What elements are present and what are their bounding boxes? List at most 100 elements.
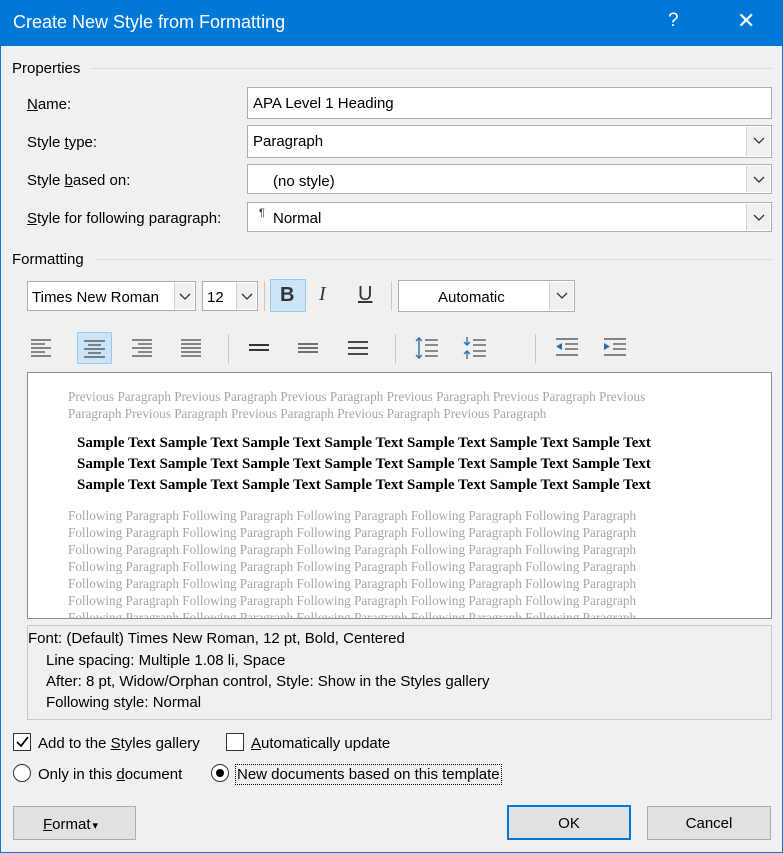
following-label: Style for following paragraph: [27,210,221,227]
following-value: Normal [273,210,322,227]
ok-button[interactable]: OK [507,805,631,840]
add-to-gallery-checkbox[interactable] [13,733,31,751]
only-this-document-radio[interactable] [13,764,31,782]
font-color-dropdown[interactable]: Automatic [398,280,575,312]
following-dropdown[interactable]: ¶ Normal [247,202,772,232]
style-type-label: Style type: [27,134,97,151]
align-right-button[interactable] [127,332,159,364]
increase-paragraph-spacing-button[interactable] [410,332,442,364]
properties-divider [90,68,772,69]
based-on-dropdown[interactable]: (no style) [247,164,772,194]
font-dropdown[interactable]: Times New Roman [27,281,196,311]
checkmark-icon [16,736,29,748]
add-to-gallery-label[interactable]: Add to the Styles gallery [38,735,200,752]
based-on-label: Style based on: [27,172,130,189]
auto-update-label-accel: A [251,735,262,752]
following-paragraph-line: Following Paragraph Following Paragraph … [68,610,637,619]
justify-icon [181,339,201,357]
cancel-button-label: Cancel [685,815,733,832]
description-line: Line spacing: Multiple 1.08 li, Space [46,652,286,669]
new-documents-label[interactable]: New documents based on this template [235,764,502,785]
decrease-indent-button[interactable] [550,332,582,364]
chevron-down-icon [753,176,765,183]
ok-button-label: OK [558,815,580,832]
formatting-divider [95,259,772,260]
formatting-group-label: Formatting [12,251,84,268]
name-input-value: APA Level 1 Heading [253,95,394,112]
sample-text: Sample Text Sample Text Sample Text Samp… [77,433,651,496]
dialog-title: Create New Style from Formatting [13,12,286,32]
sample-text-line: Sample Text Sample Text Sample Text Samp… [77,435,651,451]
decrease-paragraph-spacing-button[interactable] [458,332,490,364]
bold-button[interactable]: B [270,279,306,312]
single-spacing-button[interactable] [244,332,276,364]
font-color-dropdown-button[interactable] [549,282,573,310]
format-label-accel: F [43,816,53,833]
name-label-accel: N [27,96,38,113]
auto-update-checkbox[interactable] [226,733,244,751]
previous-paragraph-line: Paragraph Previous Paragraph Previous Pa… [68,406,547,421]
underline-icon: U [358,283,373,305]
format-button-label: Format ▾ [43,816,98,833]
underline-button[interactable]: U [348,279,382,312]
auto-update-label-text: utomatically update [261,735,391,752]
increase-indent-button[interactable] [598,332,630,364]
pilcrow-icon: ¶ [259,207,265,219]
font-dropdown-button[interactable] [174,283,194,309]
single-spacing-icon [249,344,269,351]
previous-paragraph-line: Previous Paragraph Previous Paragraph Pr… [68,389,646,404]
description-line: Following style: Normal [46,694,202,711]
align-center-button[interactable] [77,332,112,364]
based-on-dropdown-button[interactable] [746,166,770,192]
align-right-icon [132,339,152,357]
format-button[interactable]: Format ▾ [13,806,136,840]
following-paragraph-line: Following Paragraph Following Paragraph … [68,576,637,591]
toolbar-separator [395,334,396,364]
add-to-gallery-label-accel: S [110,735,121,752]
toolbar-separator [228,334,229,364]
chevron-down-icon [753,214,765,221]
font-value: Times New Roman [32,289,159,306]
close-button[interactable]: ✕ [737,8,755,34]
format-label-text: ormat [52,816,91,833]
double-spacing-button[interactable] [343,332,375,364]
style-type-dropdown-button[interactable] [746,127,770,156]
auto-update-label[interactable]: Automatically update [251,735,390,752]
following-label-accel: S [27,210,38,227]
name-input[interactable]: APA Level 1 Heading [247,87,772,119]
one-half-spacing-icon [298,343,318,353]
following-dropdown-button[interactable] [746,204,770,230]
only-doc-label-text: ocument [124,766,183,783]
help-button[interactable]: ? [668,10,679,32]
toolbar-separator [391,281,392,311]
based-on-value: (no style) [273,173,335,190]
font-color-value: Automatic [438,289,505,306]
description-line: After: 8 pt, Widow/Orphan control, Style… [46,673,490,690]
double-spacing-icon [348,341,368,355]
properties-group-label: Properties [12,60,81,77]
align-center-icon [84,340,105,358]
following-paragraph-line: Following Paragraph Following Paragraph … [68,508,637,523]
based-on-label-accel: b [64,172,73,189]
align-left-button[interactable] [27,332,57,364]
justify-button[interactable] [176,332,208,364]
only-doc-label-pre: Only in this [38,766,117,783]
only-this-document-label[interactable]: Only in this document [38,766,182,783]
name-label: Name: [27,96,71,113]
description-line: Font: (Default) Times New Roman, 12 pt, … [28,630,405,647]
font-size-dropdown-button[interactable] [236,283,256,309]
add-to-gallery-label-text: tyles gallery [120,735,200,752]
style-description: Font: (Default) Times New Roman, 12 pt, … [27,625,772,720]
style-preview: Previous Paragraph Previous Paragraph Pr… [27,372,772,619]
cancel-button[interactable]: Cancel [647,806,771,840]
one-half-spacing-button[interactable] [293,332,325,364]
italic-icon: I [319,283,326,305]
italic-button[interactable]: I [308,279,342,312]
chevron-down-icon [179,293,191,300]
title-bar: Create New Style from Formatting ? ✕ [0,0,783,46]
style-type-dropdown[interactable]: Paragraph [247,125,772,158]
font-size-dropdown[interactable]: 12 [202,281,258,311]
following-paragraph-line: Following Paragraph Following Paragraph … [68,542,637,557]
new-documents-radio[interactable] [211,764,229,782]
sample-text-line: Sample Text Sample Text Sample Text Samp… [77,456,651,472]
